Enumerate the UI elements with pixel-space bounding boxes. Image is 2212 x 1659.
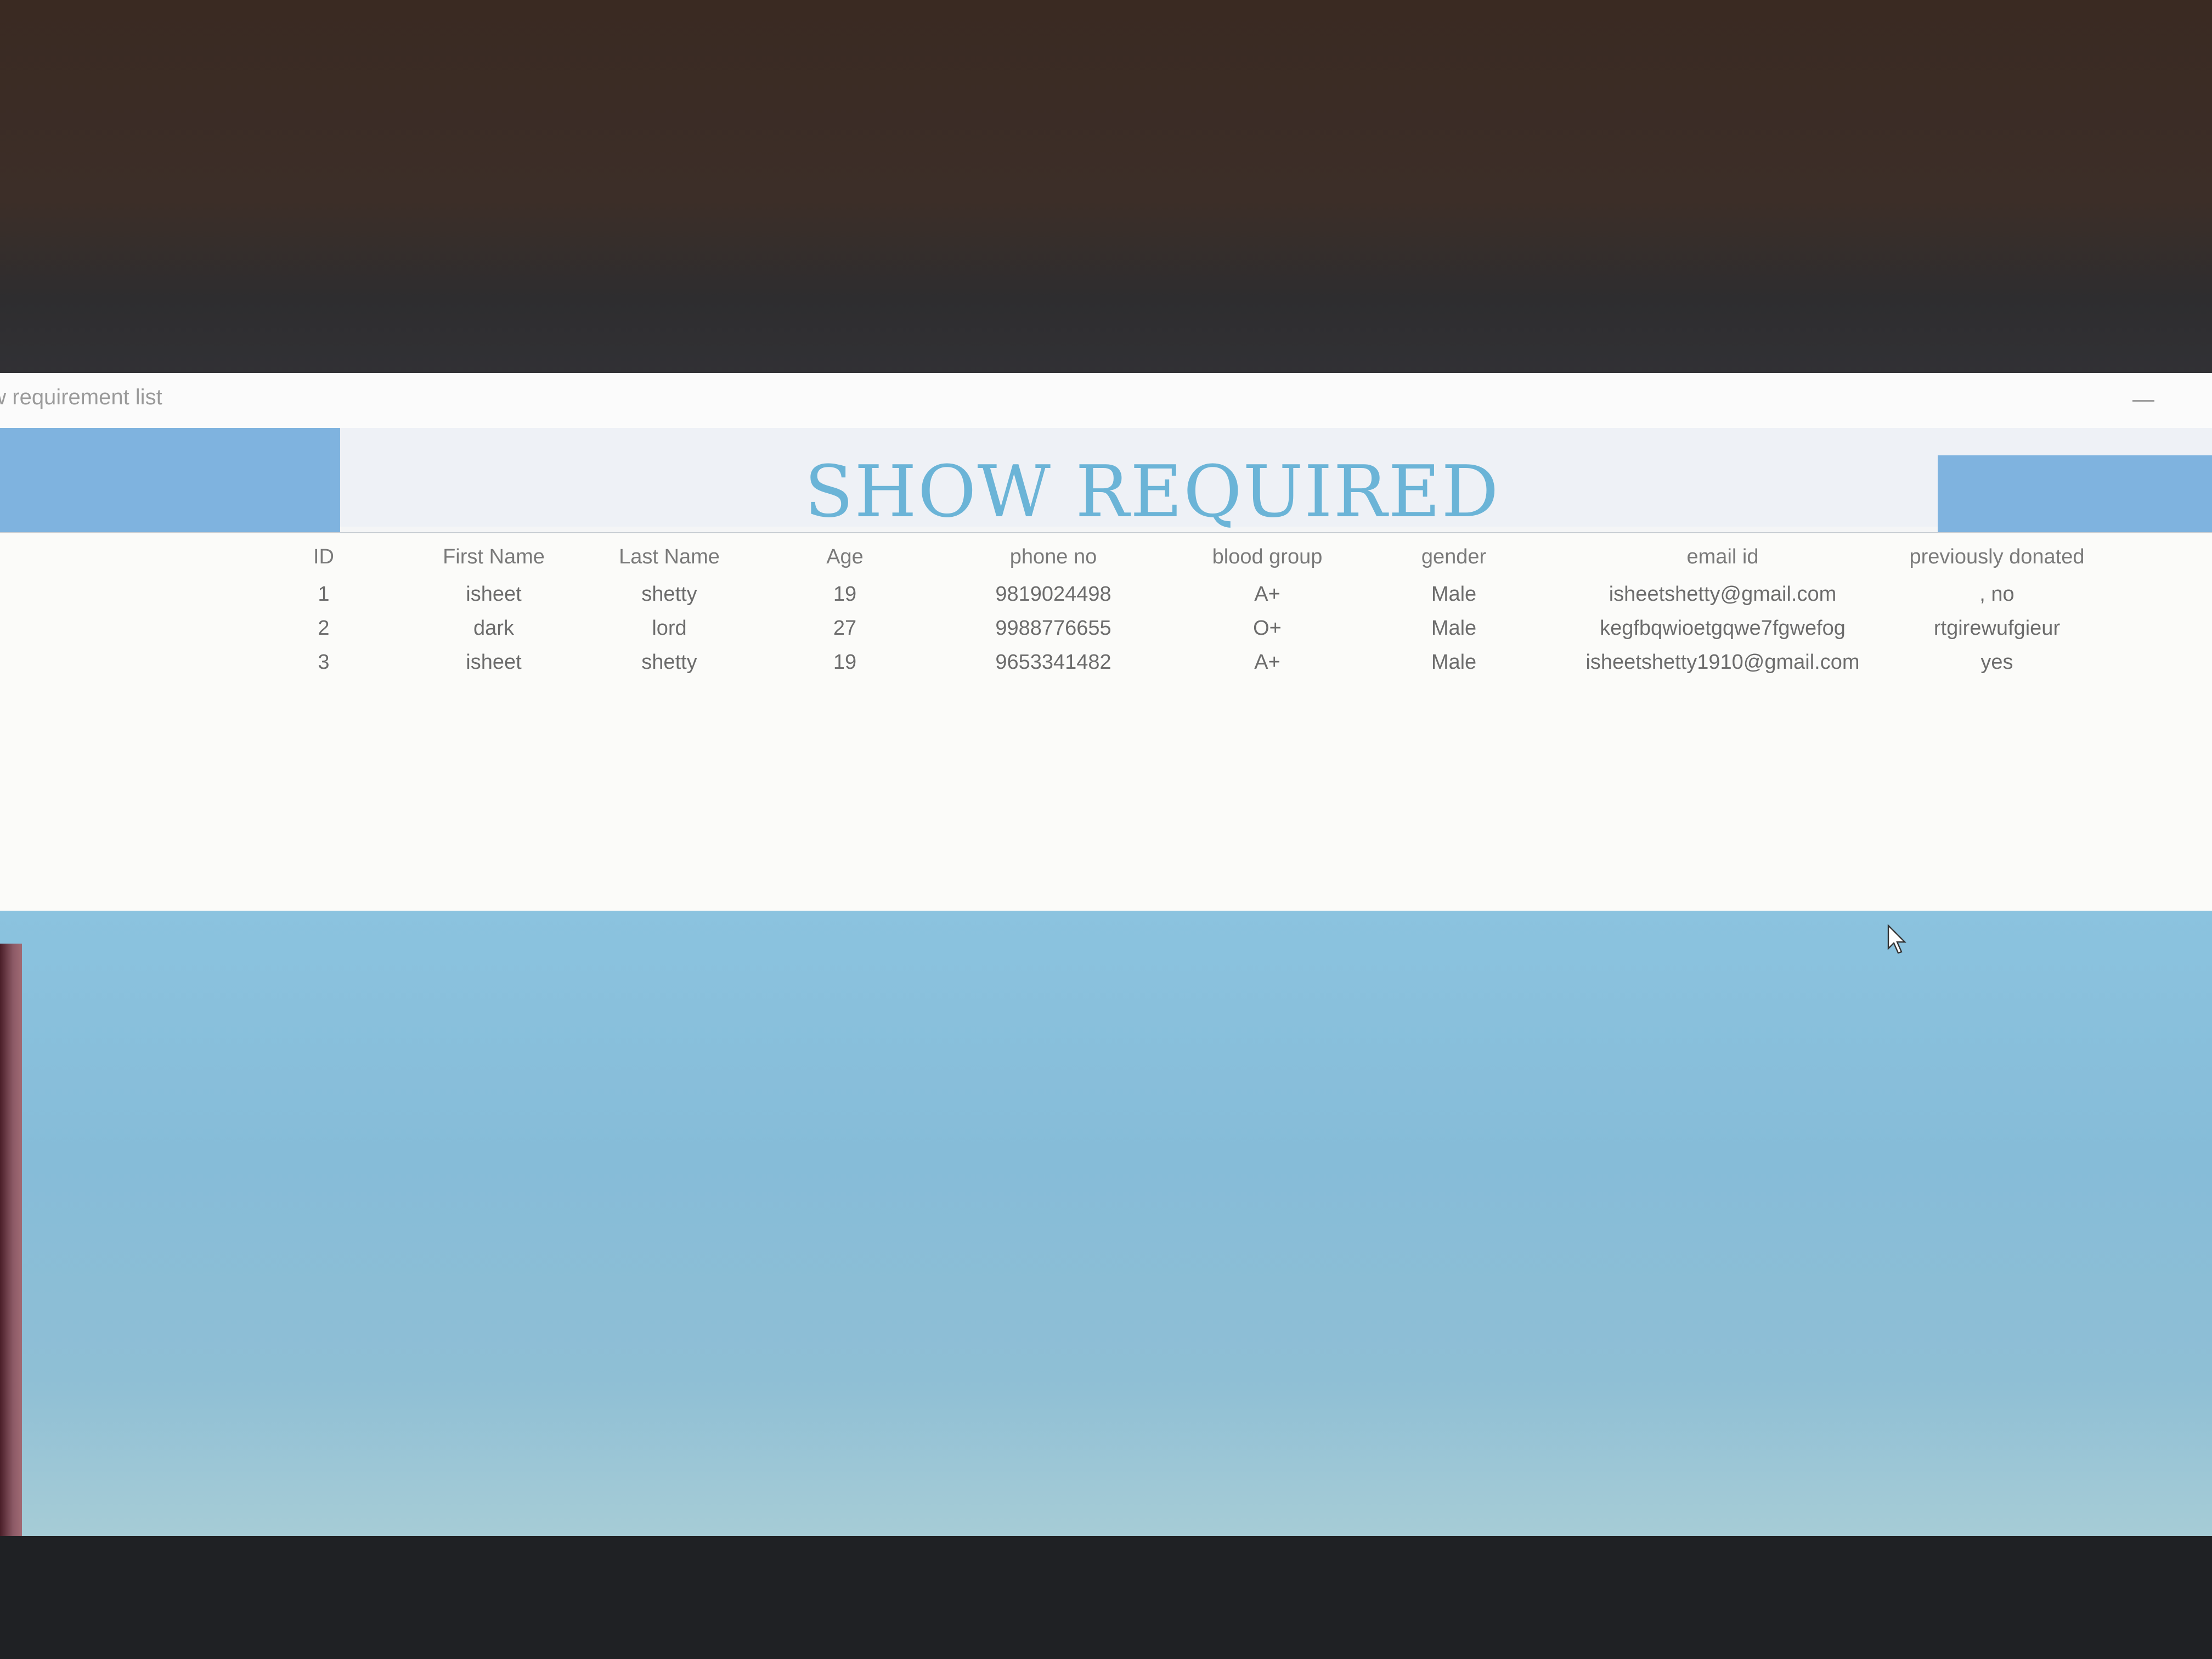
column-header-age[interactable]: Age [790, 545, 900, 569]
column-header-gender[interactable]: gender [1383, 545, 1525, 569]
column-header-last-name[interactable]: Last Name [592, 545, 746, 569]
cell-phone: 9653341482 [995, 651, 1111, 674]
cell-last-name: shetty [641, 583, 697, 606]
cell-last-name: lord [652, 617, 687, 640]
cell-gender: Male [1431, 651, 1477, 674]
minimize-button[interactable]: — [2124, 384, 2163, 415]
cell-phone: 9988776655 [995, 617, 1111, 640]
cell-previously-donated: rtgirewufgieur [1933, 617, 2061, 640]
desktop-edge [0, 944, 22, 1536]
cell-blood-group: O+ [1253, 617, 1282, 640]
results-panel: ID First Name Last Name Age phone no blo… [0, 532, 2212, 912]
table-row[interactable]: 3 isheet shetty 19 9653341482 A+ Male is… [307, 651, 2118, 684]
cell-previously-donated: , no [1979, 583, 2015, 606]
cell-last-name: shetty [641, 651, 697, 674]
window-title: ow requirement list [0, 385, 162, 409]
column-header-phone[interactable]: phone no [966, 545, 1141, 569]
table-header-row: ID First Name Last Name Age phone no blo… [307, 545, 2118, 578]
cell-blood-group: A+ [1254, 651, 1280, 674]
lower-panel [0, 911, 2212, 1536]
column-header-email[interactable]: email id [1569, 545, 1876, 569]
cell-first-name: isheet [466, 583, 522, 606]
cell-first-name: dark [473, 617, 514, 640]
cell-phone: 9819024498 [995, 583, 1111, 606]
cell-first-name: isheet [466, 651, 522, 674]
monitor-bezel [0, 1525, 2212, 1659]
cell-previously-donated: yes [1980, 651, 2013, 674]
header-left-panel [0, 428, 340, 532]
cell-id: 3 [318, 651, 330, 674]
cell-email: isheetshetty1910@gmail.com [1585, 651, 1860, 674]
table-row[interactable]: 1 isheet shetty 19 9819024498 A+ Male is… [307, 583, 2118, 616]
cell-email: kegfbqwioetgqwe7fgwefog [1600, 617, 1846, 640]
cell-id: 2 [318, 617, 330, 640]
cell-gender: Male [1431, 583, 1477, 606]
column-header-blood-group[interactable]: blood group [1180, 545, 1355, 569]
cell-blood-group: A+ [1254, 583, 1280, 606]
cell-id: 1 [318, 583, 330, 606]
cell-email: isheetshetty@gmail.com [1609, 583, 1837, 606]
cell-age: 19 [833, 583, 857, 606]
cell-age: 27 [833, 617, 857, 640]
mouse-pointer-icon [1887, 924, 1906, 954]
column-header-id[interactable]: ID [307, 545, 340, 569]
cell-gender: Male [1431, 617, 1477, 640]
column-header-first-name[interactable]: First Name [417, 545, 571, 569]
cell-age: 19 [833, 651, 857, 674]
title-bar: ow requirement list — [0, 373, 2212, 429]
app-window: ow requirement list — SHOW REQUIRED LIST… [0, 373, 2212, 1536]
table-row[interactable]: 2 dark lord 27 9988776655 O+ Male kegfbq… [307, 617, 2118, 650]
column-header-previously-donated[interactable]: previously donated [1887, 545, 2107, 569]
